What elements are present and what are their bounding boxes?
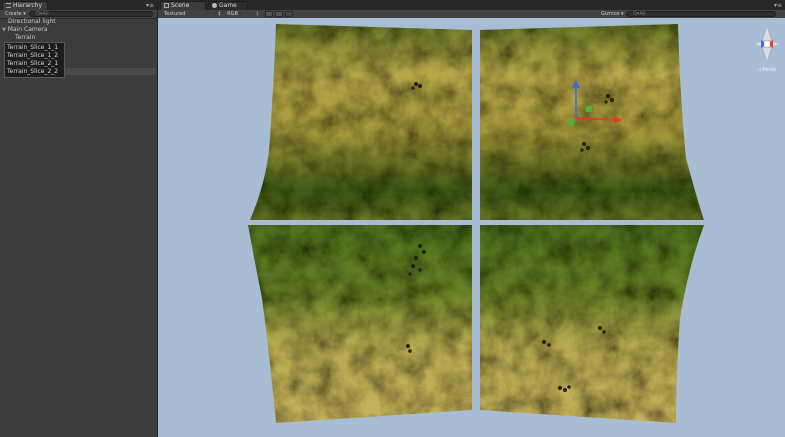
scene-viewport[interactable]: ◁ Persp bbox=[158, 18, 785, 437]
panel-menu-icon[interactable]: ▾≡ bbox=[774, 2, 782, 9]
tab-game[interactable]: Game bbox=[208, 1, 248, 10]
render-mode-dropdown[interactable]: ‡ RGB bbox=[218, 11, 238, 17]
hierarchy-tabbar: Hierarchy ▾≡ bbox=[0, 0, 157, 10]
dropdown-arrow-icon: ‡ bbox=[218, 11, 221, 17]
gizmos-dropdown[interactable]: Gizmos ▾ bbox=[601, 11, 624, 17]
terrain-slice-1-1 bbox=[250, 24, 472, 220]
hierarchy-item-directional-light[interactable]: Directional light bbox=[0, 18, 165, 26]
list-icon bbox=[6, 3, 11, 8]
hierarchy-item-main-camera[interactable]: ▼ Main Camera bbox=[0, 26, 159, 34]
hierarchy-selection-highlight bbox=[65, 68, 156, 75]
tab-hierarchy[interactable]: Hierarchy bbox=[2, 1, 48, 10]
terrain-slice-1-2 bbox=[480, 24, 704, 220]
terrain-slice-2-1 bbox=[248, 225, 472, 423]
terrain-render bbox=[248, 24, 779, 423]
panel-menu-icon[interactable]: ▾≡ bbox=[146, 2, 154, 9]
orientation-gizmo-icon[interactable] bbox=[755, 28, 779, 60]
hierarchy-panel: Hierarchy ▾≡ Create ▾ Q▾All Directional … bbox=[0, 0, 158, 437]
image-toggle-icon[interactable] bbox=[275, 11, 283, 17]
selected-items-tooltip: Terrain_Slice_1_1 Terrain_Slice_1_2 Terr… bbox=[4, 42, 65, 78]
scene-search-input[interactable]: Q▾All bbox=[626, 11, 776, 17]
persp-label[interactable]: ◁ Persp bbox=[757, 67, 776, 73]
create-button[interactable]: Create ▾ bbox=[5, 11, 26, 17]
tab-scene[interactable]: Scene bbox=[160, 1, 206, 10]
hierarchy-search-input[interactable]: Q▾All bbox=[29, 11, 153, 17]
terrain-slice-2-2 bbox=[480, 225, 704, 423]
hierarchy-item-terrain-slice-2-1[interactable]: Terrain_Slice_2_1 bbox=[7, 60, 63, 68]
hierarchy-item-terrain[interactable]: Terrain bbox=[0, 34, 172, 42]
foldout-arrow-icon[interactable]: ▼ bbox=[2, 27, 6, 33]
hierarchy-item-terrain-slice-1-2[interactable]: Terrain_Slice_1_2 bbox=[7, 52, 63, 60]
dropdown-arrow-icon[interactable]: ‡ bbox=[256, 11, 259, 17]
scene-tabbar: Scene Game ▾≡ bbox=[158, 0, 785, 10]
hierarchy-item-terrain-slice-2-2[interactable]: Terrain_Slice_2_2 bbox=[7, 68, 63, 76]
pacman-icon bbox=[212, 3, 217, 8]
grid-icon bbox=[164, 3, 169, 8]
hierarchy-item-terrain-slice-1-1[interactable]: Terrain_Slice_1_1 bbox=[7, 44, 63, 52]
shading-mode-dropdown[interactable]: Textured bbox=[164, 11, 185, 17]
audio-toggle-icon[interactable] bbox=[285, 11, 293, 17]
lighting-toggle-icon[interactable] bbox=[265, 11, 273, 17]
scene-panel: Scene Game ▾≡ Textured ‡ RGB ‡ Gizmos ▾ … bbox=[158, 0, 785, 437]
